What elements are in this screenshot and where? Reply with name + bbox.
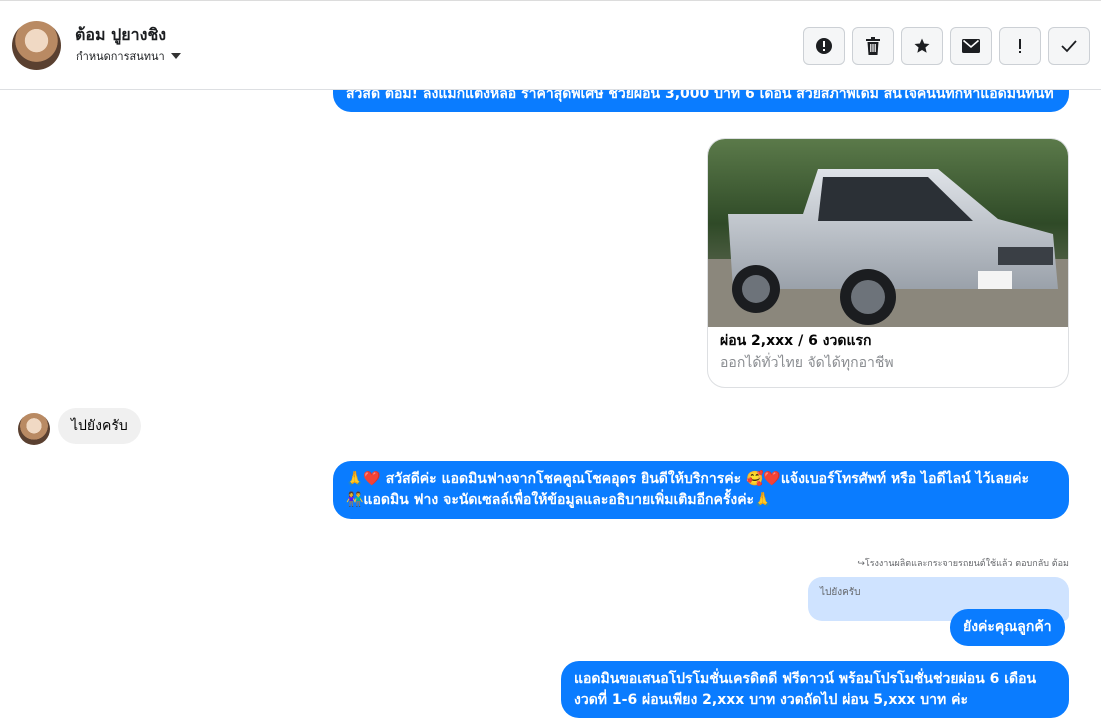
- outgoing-message[interactable]: สวัสดี ต้อม! ลงแม็กแต่งหล่อ ราคาสุดพิเศษ…: [333, 90, 1069, 112]
- contact-name[interactable]: ต้อม ปูยางชิง: [75, 23, 166, 48]
- mark-unread-button[interactable]: [950, 27, 992, 65]
- message-line: 🙏❤️ สวัสดีค่ะ แอดมินฟางจากโชคคูณโชคอุดร …: [346, 471, 1029, 487]
- outgoing-reply-message[interactable]: ยังค่ะคุณลูกค้า: [950, 609, 1065, 646]
- report-button[interactable]: [803, 27, 845, 65]
- exclamation-icon: [1019, 39, 1021, 53]
- mark-done-button[interactable]: [1048, 27, 1090, 65]
- reply-context-label: ↪โรงงานผลิตและกระจายรถยนต์ใช้แล้ว ตอบกลั…: [857, 559, 1069, 569]
- star-icon: [914, 38, 930, 53]
- caret-down-icon: [170, 53, 181, 59]
- outgoing-message[interactable]: 🙏❤️ สวัสดีค่ะ แอดมินฟางจากโชคคูณโชคอุดร …: [333, 461, 1069, 519]
- outgoing-message[interactable]: แอดมินขอเสนอโปรโมชั่นเครดิตดี ฟรีดาวน์ พ…: [561, 661, 1069, 718]
- trash-icon: [866, 37, 880, 55]
- conversation-settings-dropdown[interactable]: กำหนดการสนทนา: [76, 47, 181, 65]
- mail-icon: [962, 39, 980, 53]
- delete-button[interactable]: [852, 27, 894, 65]
- action-toolbar: [803, 27, 1090, 65]
- message-thread[interactable]: สวัสดี ต้อม! ลงแม็กแต่งหล่อ ราคาสุดพิเศษ…: [0, 90, 1101, 718]
- contact-avatar[interactable]: [12, 21, 61, 70]
- card-subtitle: ออกได้ทั่วไทย จัดได้ทุกอาชีพ: [720, 355, 894, 371]
- contact-avatar-small: [18, 413, 50, 445]
- spam-button[interactable]: [999, 27, 1041, 65]
- conversation-header: ต้อม ปูยางชิง กำหนดการสนทนา: [0, 0, 1101, 90]
- incoming-message[interactable]: ไปยังครับ: [58, 408, 141, 444]
- card-title: ผ่อน 2,xxx / 6 งวดแรก: [720, 333, 872, 349]
- alert-circle-icon: [816, 38, 832, 54]
- conversation-settings-label: กำหนดการสนทนา: [76, 50, 165, 63]
- pickup-truck-photo: [708, 139, 1068, 327]
- check-icon: [1061, 40, 1077, 53]
- image-card-message[interactable]: ผ่อน 2,xxx / 6 งวดแรก ออกได้ทั่วไทย จัดไ…: [707, 138, 1069, 388]
- message-line: 👫แอดมิน ฟาง จะนัดเซลล์เพื่อให้ข้อมูลและอ…: [346, 492, 772, 508]
- star-button[interactable]: [901, 27, 943, 65]
